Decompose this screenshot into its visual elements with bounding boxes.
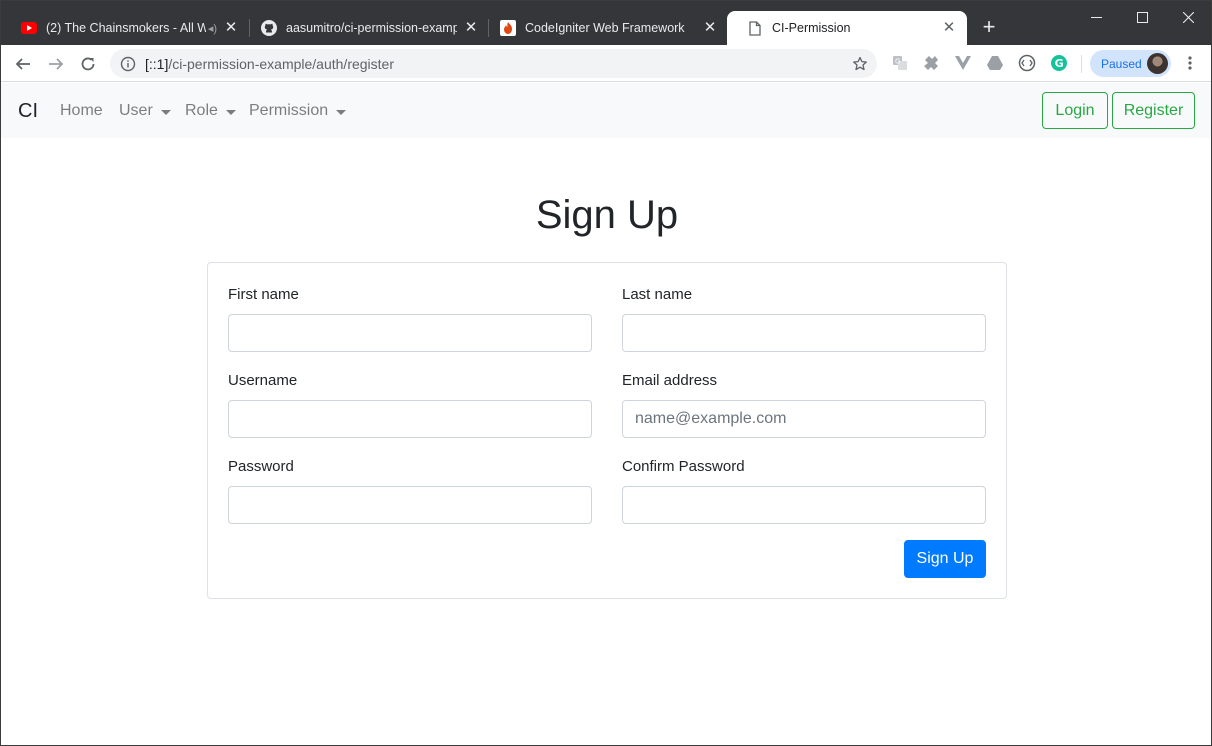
tab-title: aasumitro/ci-permission-example <box>286 21 457 35</box>
last-name-label: Last name <box>622 286 693 303</box>
grammarly-icon[interactable]: G <box>1050 54 1068 72</box>
password-field[interactable] <box>228 486 592 524</box>
tab-youtube[interactable]: (2) The Chainsmokers - All W ◂) ✕ <box>1 11 249 45</box>
avatar <box>1147 53 1168 74</box>
page-title: Sign Up <box>535 193 679 237</box>
nav-home[interactable]: Home <box>60 101 103 121</box>
nav-home-label: Home <box>60 102 103 119</box>
sign-up-button[interactable]: Sign Up <box>904 540 986 578</box>
first-name-field[interactable] <box>228 314 592 352</box>
caret-down-icon <box>336 109 347 115</box>
email-label: Email address <box>622 372 718 389</box>
browser-toolbar: [::1]/ci-permission-example/auth/registe… <box>1 45 1211 82</box>
browser-window: (2) The Chainsmokers - All W ◂) ✕ aasumi… <box>0 0 1212 746</box>
toolbar-divider <box>1081 55 1082 73</box>
address-bar[interactable]: [::1]/ci-permission-example/auth/registe… <box>110 49 877 78</box>
page-icon <box>747 20 763 36</box>
confirm-password-label: Confirm Password <box>622 458 745 475</box>
username-label: Username <box>228 372 298 389</box>
close-tab-icon[interactable]: ✕ <box>941 20 957 36</box>
reload-icon <box>81 57 95 71</box>
codeigniter-icon <box>500 20 516 36</box>
confirm-password-field[interactable] <box>622 486 986 524</box>
login-button[interactable]: Login <box>1042 92 1108 129</box>
tab-title: (2) The Chainsmokers - All W <box>46 21 206 35</box>
username-field[interactable] <box>228 400 592 438</box>
more-vert-icon <box>1188 56 1192 70</box>
site-navbar: CI Home User Role Permission Login Regis… <box>1 83 1211 138</box>
first-name-label: First name <box>228 286 299 303</box>
nav-role-label: Role <box>185 102 218 119</box>
minimize-button[interactable] <box>1073 1 1119 33</box>
close-tab-icon[interactable]: ✕ <box>463 20 479 36</box>
url-path: /ci-permission-example/auth/register <box>168 55 394 72</box>
maximize-button[interactable] <box>1119 1 1165 33</box>
nav-user-dropdown[interactable]: User <box>119 101 171 121</box>
close-window-button[interactable] <box>1165 1 1211 33</box>
tab-codeigniter[interactable]: CodeIgniter Web Framework ✕ <box>480 11 728 45</box>
browser-menu-button[interactable] <box>1181 54 1199 72</box>
puzzle-extension-icon[interactable] <box>922 54 940 72</box>
close-tab-icon[interactable]: ✕ <box>223 20 239 36</box>
nav-user-label: User <box>119 102 153 119</box>
devtools-extension-icon[interactable] <box>1018 54 1036 72</box>
forward-arrow-icon <box>49 58 64 70</box>
nav-permission-label: Permission <box>249 102 329 119</box>
last-name-field[interactable] <box>622 314 986 352</box>
maximize-icon <box>1136 11 1148 23</box>
email-field[interactable] <box>622 400 986 438</box>
nav-permission-dropdown[interactable]: Permission <box>249 101 347 121</box>
caret-down-icon <box>160 109 171 115</box>
password-label: Password <box>228 458 294 475</box>
url-host: [::1] <box>145 55 169 72</box>
tab-github[interactable]: aasumitro/ci-permission-example ✕ <box>241 11 489 45</box>
profile-status: Paused <box>1101 56 1142 71</box>
register-button[interactable]: Register <box>1112 92 1195 129</box>
svg-text:G: G <box>895 58 900 66</box>
close-tab-icon[interactable]: ✕ <box>702 20 718 36</box>
google-drive-icon[interactable] <box>986 54 1004 72</box>
nav-role-dropdown[interactable]: Role <box>185 101 236 121</box>
youtube-icon <box>21 20 37 36</box>
tab-title: CodeIgniter Web Framework <box>525 21 685 35</box>
tab-ci-permission[interactable]: CI-Permission ✕ <box>727 11 967 45</box>
translate-extension-icon[interactable]: G <box>891 54 909 72</box>
tab-title: CI-Permission <box>772 21 851 35</box>
back-arrow-icon <box>15 58 30 70</box>
back-button[interactable] <box>9 50 37 78</box>
caret-down-icon <box>225 109 236 115</box>
github-icon <box>261 20 277 36</box>
info-icon[interactable] <box>120 56 136 72</box>
forward-button[interactable] <box>42 50 70 78</box>
speaker-icon: ◂) <box>207 22 217 35</box>
navbar-brand[interactable]: CI <box>18 99 38 123</box>
svg-text:G: G <box>1055 57 1064 70</box>
vue-devtools-icon[interactable] <box>954 54 972 72</box>
url-text: [::1]/ci-permission-example/auth/registe… <box>145 56 394 72</box>
new-tab-button[interactable]: + <box>977 15 1001 39</box>
bookmark-star-icon[interactable] <box>851 55 869 73</box>
minimize-icon <box>1090 16 1102 18</box>
profile-button[interactable]: Paused <box>1090 50 1171 77</box>
close-window-icon <box>1182 11 1194 23</box>
reload-button[interactable] <box>74 50 102 78</box>
tab-strip: (2) The Chainsmokers - All W ◂) ✕ aasumi… <box>1 1 1211 45</box>
